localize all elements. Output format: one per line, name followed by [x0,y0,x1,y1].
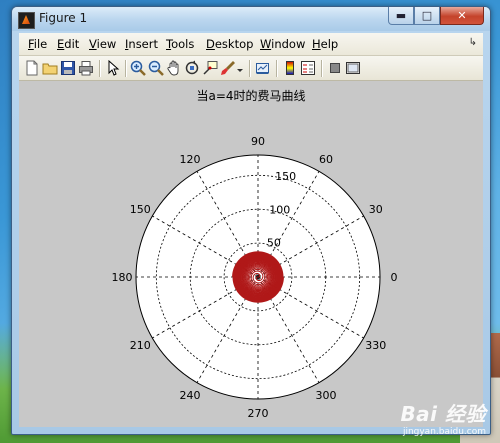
polar-plot[interactable]: 0 30 60 90 120 150 180 210 240 270 300 330 50 100 150 [19,81,483,426]
close-button[interactable]: ✕ [440,7,484,25]
menu-dock-arrow-icon[interactable]: ↳ [469,37,477,48]
radial-tick-label: 50 [267,237,281,250]
baidu-watermark: Bai 经验 jingyan.baidu.com [400,398,486,437]
insert-legend-icon[interactable] [300,60,316,76]
figure-window: Figure 1 ▬ □ ✕ File Edit View Insert Tools De… [11,6,491,435]
angle-tick-label: 30 [369,203,383,216]
print-icon[interactable] [78,60,94,76]
figure-canvas: 当a=4时的费马曲线 0 30 60 90 120 150 180 210 240 270 300 3… [19,81,483,427]
insert-colorbar-icon[interactable] [282,60,298,76]
angle-tick-label: 240 [180,389,201,402]
angle-tick-label: 330 [365,339,386,352]
open-file-icon[interactable] [42,60,58,76]
menu-desktop[interactable]: Desktop [206,37,253,51]
angle-tick-label: 0 [391,271,398,284]
radial-tick-label: 150 [275,170,296,183]
save-icon[interactable] [60,60,76,76]
angle-tick-label: 150 [130,203,151,216]
matlab-icon [18,12,35,29]
rotate-3d-icon[interactable] [184,60,200,76]
menu-insert[interactable]: Insert [125,37,158,51]
radial-tick-label: 100 [269,203,290,216]
menu-edit[interactable]: Edit [57,37,79,51]
data-cursor-icon[interactable] [202,60,218,76]
title-bar[interactable]: Figure 1 ▬ □ ✕ [12,7,490,31]
pan-hand-icon[interactable] [166,60,182,76]
menu-view[interactable]: View [89,37,116,51]
fermat-spiral-curve [232,251,284,303]
edit-plot-arrow-icon[interactable] [105,59,121,76]
menu-window[interactable]: Window [260,37,305,51]
minimize-button[interactable]: ▬ [388,7,414,25]
watermark-url: jingyan.baidu.com [402,427,486,437]
zoom-in-icon[interactable] [130,60,146,76]
menu-tools[interactable]: Tools [166,37,194,51]
angle-tick-label: 120 [180,153,201,166]
new-figure-icon[interactable] [24,60,40,76]
brush-icon[interactable] [220,60,236,76]
menu-help[interactable]: Help [312,37,338,51]
brush-dropdown-icon[interactable] [236,60,244,76]
show-plot-tools-icon[interactable] [345,60,361,76]
hide-plot-tools-icon[interactable] [327,60,343,76]
link-plot-icon[interactable] [255,60,271,76]
angle-tick-label: 270 [248,407,269,420]
angle-tick-label: 60 [319,153,333,166]
watermark-logo: Bai 经验 [400,402,486,426]
maximize-button[interactable]: □ [414,7,440,25]
figure-toolbar [19,56,483,81]
window-title: Figure 1 [39,11,88,25]
zoom-out-icon[interactable] [148,60,164,76]
angle-tick-label: 210 [130,339,151,352]
angle-tick-label: 180 [112,271,133,284]
menu-file[interactable]: File [28,37,47,51]
angle-tick-label: 90 [251,135,265,148]
angle-tick-label: 300 [316,389,337,402]
figure-client: File Edit View Insert Tools Desktop Window Help… [19,33,483,427]
menu-bar: File Edit View Insert Tools Desktop Window Help… [19,33,483,56]
